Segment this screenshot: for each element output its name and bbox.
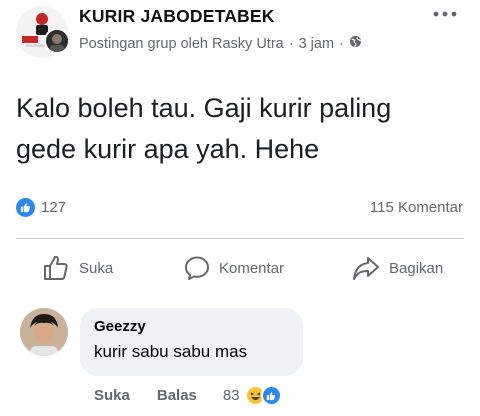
meta-separator: ·	[288, 35, 294, 52]
comment-like-button[interactable]: Suka	[94, 387, 130, 404]
like-label: Suka	[79, 259, 114, 277]
comment-label: Komentar	[219, 259, 285, 277]
comment-bubble-icon	[184, 255, 210, 281]
like-button[interactable]: Suka	[42, 250, 113, 286]
like-reaction-icon[interactable]	[16, 198, 35, 217]
group-name[interactable]: KURIR JABODETABEK	[79, 6, 275, 27]
post-body: Kalo boleh tau. Gaji kurir paling gede k…	[16, 88, 466, 170]
comment-reaction-count[interactable]: 83	[223, 387, 240, 404]
share-arrow-icon	[352, 255, 380, 281]
like-reaction-icon	[260, 385, 282, 406]
comment-button[interactable]: Komentar	[184, 250, 284, 286]
post-time[interactable]: 3 jam	[299, 36, 334, 52]
divider	[16, 238, 464, 239]
comment-count[interactable]: 115 Komentar	[370, 199, 463, 216]
comment-actions: Suka Balas 83	[94, 384, 285, 406]
post-actions: Suka Komentar Bagikan	[0, 250, 480, 286]
post-body-line: gede kurir apa yah. Hehe	[16, 134, 320, 164]
post-body-line: Kalo boleh tau. Gaji kurir paling	[16, 93, 392, 123]
globe-icon	[349, 35, 362, 52]
thumbs-up-icon	[42, 254, 70, 282]
commenter-avatar[interactable]	[20, 308, 68, 356]
commenter-name[interactable]: Geezzy	[94, 318, 289, 335]
comment-text: kurir sabu sabu mas	[94, 342, 248, 361]
comment-reactions[interactable]	[244, 384, 285, 406]
comment-bubble: Geezzy kurir sabu sabu mas	[80, 308, 303, 376]
posted-by-text[interactable]: Postingan grup oleh Rasky Utra	[79, 36, 284, 52]
post-meta: Postingan grup oleh Rasky Utra · 3 jam ·	[79, 35, 362, 52]
share-label: Bagikan	[389, 259, 444, 277]
share-button[interactable]: Bagikan	[352, 250, 443, 286]
reaction-count[interactable]: 127	[41, 199, 66, 216]
comment-reply-button[interactable]: Balas	[157, 387, 197, 404]
post-stats: 127 115 Komentar	[0, 196, 480, 222]
more-options-button[interactable]	[428, 2, 462, 26]
more-icon	[433, 11, 457, 17]
post-header: KURIR JABODETABEK Postingan grup oleh Ra…	[0, 0, 480, 70]
meta-separator: ·	[339, 35, 344, 52]
poster-avatar[interactable]	[44, 28, 70, 54]
